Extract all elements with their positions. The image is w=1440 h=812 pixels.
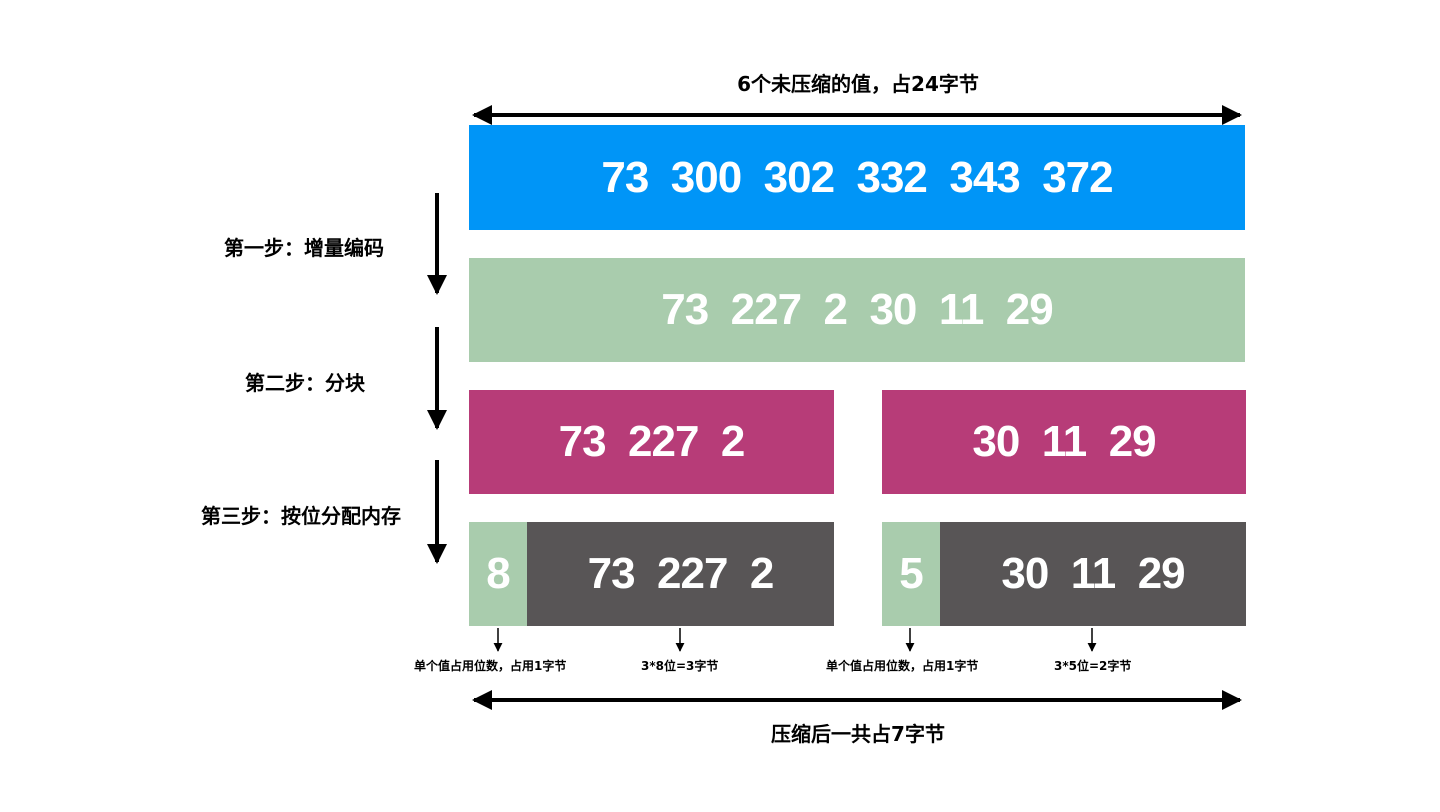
packed-right-values-box: 30 11 29 xyxy=(940,522,1246,626)
packed-right-values: 30 11 29 xyxy=(1001,549,1185,598)
step2-label: 第二步：分块 xyxy=(245,371,365,395)
block-right: 30 11 29 xyxy=(882,390,1246,494)
step1-label: 第一步：增量编码 xyxy=(224,236,384,260)
packed-right-bitwidth: 5 xyxy=(882,522,940,626)
packed-left-values: 73 227 2 xyxy=(587,549,775,598)
caption-left-bits: 单个值占用位数，占用1字节 xyxy=(414,659,567,673)
original-values: 73 300 302 332 343 372 xyxy=(601,152,1113,202)
packed-left-bitwidth: 8 xyxy=(469,522,527,626)
packed-left-bitwidth-value: 8 xyxy=(486,549,511,598)
packed-left-values-box: 73 227 2 xyxy=(527,522,834,626)
caption-right-values: 3*5位=2字节 xyxy=(1054,659,1132,673)
original-values-bar: 73 300 302 332 343 372 xyxy=(469,125,1245,230)
bottom-label: 压缩后一共占7字节 xyxy=(771,722,945,746)
caption-right-bits: 单个值占用位数，占用1字节 xyxy=(826,659,979,673)
block-right-values: 30 11 29 xyxy=(972,417,1156,466)
delta-values-bar: 73 227 2 30 11 29 xyxy=(469,258,1245,362)
block-left: 73 227 2 xyxy=(469,390,834,494)
delta-values: 73 227 2 30 11 29 xyxy=(661,285,1053,334)
packed-right-bitwidth-value: 5 xyxy=(899,549,924,598)
block-left-values: 73 227 2 xyxy=(558,417,746,466)
caption-left-values: 3*8位=3字节 xyxy=(641,659,719,673)
step3-label: 第三步：按位分配内存 xyxy=(201,504,401,528)
